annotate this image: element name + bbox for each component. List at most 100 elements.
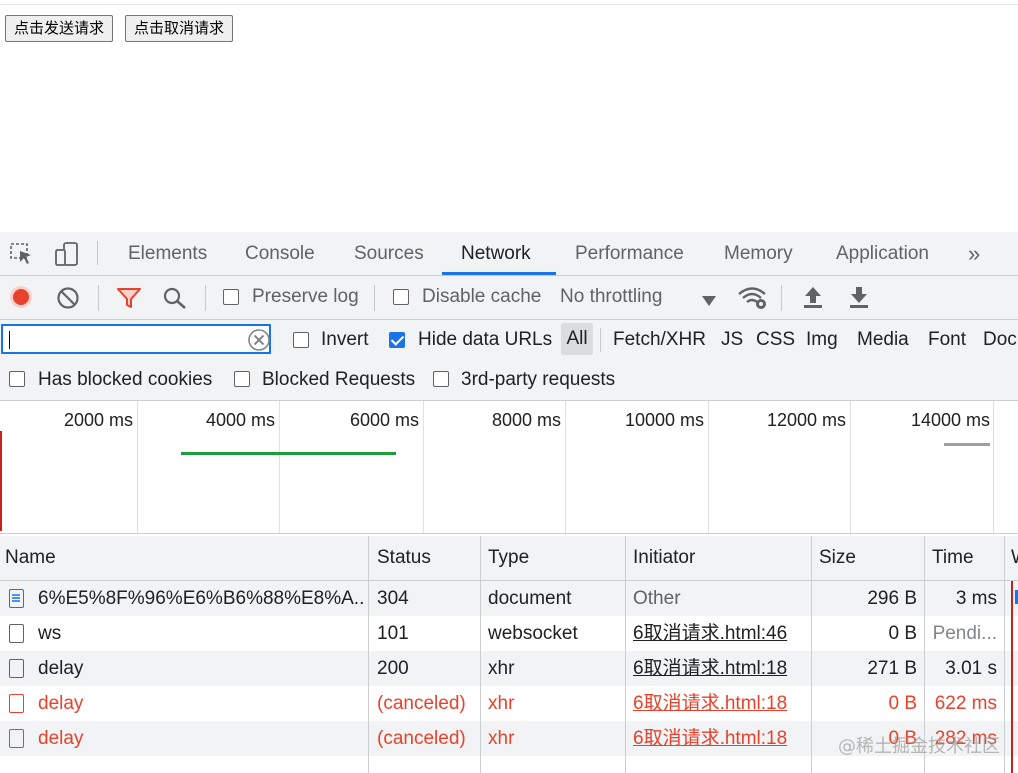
filter-type-css[interactable]: CSS	[756, 329, 795, 351]
filter-type-img[interactable]: Img	[806, 329, 838, 351]
cell-initiator[interactable]: 6取消请求.html:18	[633, 651, 808, 686]
tick-label: 6000 ms	[349, 410, 419, 430]
tick-label: 8000 ms	[491, 410, 561, 430]
table-row[interactable]: ws 101 websocket 6取消请求.html:46 0 B Pendi...	[0, 616, 1018, 651]
tick-label: 12000 ms	[766, 410, 846, 430]
cell-name[interactable]: delay	[38, 721, 363, 756]
has-blocked-cookies-checkbox[interactable]	[9, 371, 25, 387]
hide-data-urls-checkbox[interactable]	[389, 332, 405, 348]
blocked-requests-checkbox[interactable]	[234, 371, 250, 387]
gridline	[279, 401, 280, 533]
cell-name[interactable]: ws	[38, 616, 363, 651]
request-bar-gray	[944, 443, 990, 446]
gridline	[423, 401, 424, 533]
cancel-request-button[interactable]: 点击取消请求	[125, 15, 234, 42]
tab-elements[interactable]: Elements	[128, 232, 207, 275]
invert-label: Invert	[321, 329, 369, 350]
gridline	[850, 401, 851, 533]
filter-icon[interactable]	[116, 286, 142, 315]
filter-type-all[interactable]: All	[561, 323, 593, 355]
third-party-requests-checkbox[interactable]	[433, 371, 449, 387]
throttling-select[interactable]: No throttling	[560, 286, 662, 308]
separator	[374, 285, 375, 311]
preserve-log-checkbox[interactable]	[223, 289, 239, 305]
third-party-requests-label: 3rd-party requests	[461, 369, 616, 390]
column-separator[interactable]	[1004, 536, 1005, 773]
cell-initiator[interactable]: 6取消请求.html:46	[633, 616, 808, 651]
cell-size: 0 B	[888, 623, 917, 644]
export-har-icon[interactable]	[848, 285, 870, 314]
column-name[interactable]: Name	[5, 536, 56, 580]
disable-cache-checkbox[interactable]	[393, 289, 409, 305]
has-blocked-cookies-label: Has blocked cookies	[38, 369, 213, 390]
invert-checkbox[interactable]	[293, 332, 309, 348]
cell-initiator: Other	[633, 588, 681, 609]
clear-icon[interactable]	[56, 286, 80, 315]
clear-filter-icon[interactable]	[248, 329, 270, 356]
column-separator[interactable]	[368, 536, 369, 773]
tab-network[interactable]: Network	[461, 232, 531, 275]
tick-label: 14000 ms	[910, 410, 990, 430]
cell-type: xhr	[488, 693, 515, 714]
cell-type: xhr	[488, 658, 515, 679]
column-separator[interactable]	[625, 536, 626, 773]
cell-name[interactable]: 6%E5%8F%96%E6%B6%88%E8%A...	[38, 581, 363, 616]
column-initiator[interactable]: Initiator	[633, 536, 695, 580]
filter-input[interactable]	[1, 324, 271, 354]
cell-status: 101	[377, 623, 409, 644]
tab-memory[interactable]: Memory	[724, 232, 793, 275]
tick-label: 2000 ms	[63, 410, 133, 430]
cell-size: 296 B	[867, 588, 917, 609]
cell-initiator[interactable]: 6取消请求.html:18	[633, 686, 808, 721]
cell-type: document	[488, 588, 572, 609]
filter-type-fetch-xhr[interactable]: Fetch/XHR	[613, 329, 706, 351]
tab-sources[interactable]: Sources	[354, 232, 424, 275]
cell-name[interactable]: delay	[38, 686, 363, 721]
import-har-icon[interactable]	[802, 285, 824, 314]
cell-time: 3.01 s	[945, 658, 997, 679]
table-row[interactable]: delay 200 xhr 6取消请求.html:18 271 B 3.01 s	[0, 651, 1018, 686]
column-waterfall[interactable]: W	[1011, 536, 1018, 580]
record-icon[interactable]	[9, 285, 33, 314]
tab-application[interactable]: Application	[836, 232, 929, 275]
cell-name[interactable]: delay	[38, 651, 363, 686]
table-row[interactable]: delay (canceled) xhr 6取消请求.html:18 0 B 622 ms	[0, 686, 1018, 721]
inspect-element-icon[interactable]	[10, 243, 34, 270]
document-icon	[9, 589, 24, 608]
cell-status: (canceled)	[377, 728, 466, 749]
column-type[interactable]: Type	[488, 536, 529, 580]
waterfall-load-marker	[1011, 581, 1013, 773]
request-bar-green	[181, 452, 396, 455]
table-row[interactable]: 6%E5%8F%96%E6%B6%88%E8%A... 304 document Ot…	[0, 581, 1018, 616]
column-size[interactable]: Size	[819, 536, 856, 580]
column-separator[interactable]	[480, 536, 481, 773]
separator	[781, 285, 782, 311]
text-caret	[9, 331, 10, 349]
more-tabs-icon[interactable]: »	[968, 232, 980, 275]
filter-type-doc[interactable]: Doc	[983, 329, 1017, 351]
filter-type-media[interactable]: Media	[857, 329, 909, 351]
cell-type: xhr	[488, 728, 515, 749]
column-time[interactable]: Time	[932, 536, 974, 580]
file-icon	[9, 694, 24, 713]
devtools-tab-bar: Elements Console Sources Network Perform…	[0, 232, 1018, 276]
file-icon	[9, 624, 24, 643]
cell-initiator[interactable]: 6取消请求.html:18	[633, 721, 808, 756]
network-conditions-icon[interactable]	[737, 285, 769, 316]
file-icon	[9, 659, 24, 678]
dropdown-arrow-icon[interactable]	[702, 293, 716, 311]
filter-type-font[interactable]: Font	[928, 329, 966, 351]
device-toolbar-icon[interactable]	[54, 241, 80, 272]
column-status[interactable]: Status	[377, 536, 431, 580]
search-icon[interactable]	[162, 286, 188, 315]
send-request-button[interactable]: 点击发送请求	[5, 15, 114, 42]
filter-type-js[interactable]: JS	[721, 329, 743, 351]
cell-time: Pendi...	[932, 623, 997, 644]
tab-performance[interactable]: Performance	[575, 232, 684, 275]
column-separator[interactable]	[811, 536, 812, 773]
gridline	[137, 401, 138, 533]
load-marker	[0, 431, 2, 531]
devtools-panel: Elements Console Sources Network Perform…	[0, 232, 1018, 773]
network-overview-timeline[interactable]: 2000 ms 4000 ms 6000 ms 8000 ms 10000 ms…	[0, 401, 1018, 534]
tab-console[interactable]: Console	[245, 232, 315, 275]
